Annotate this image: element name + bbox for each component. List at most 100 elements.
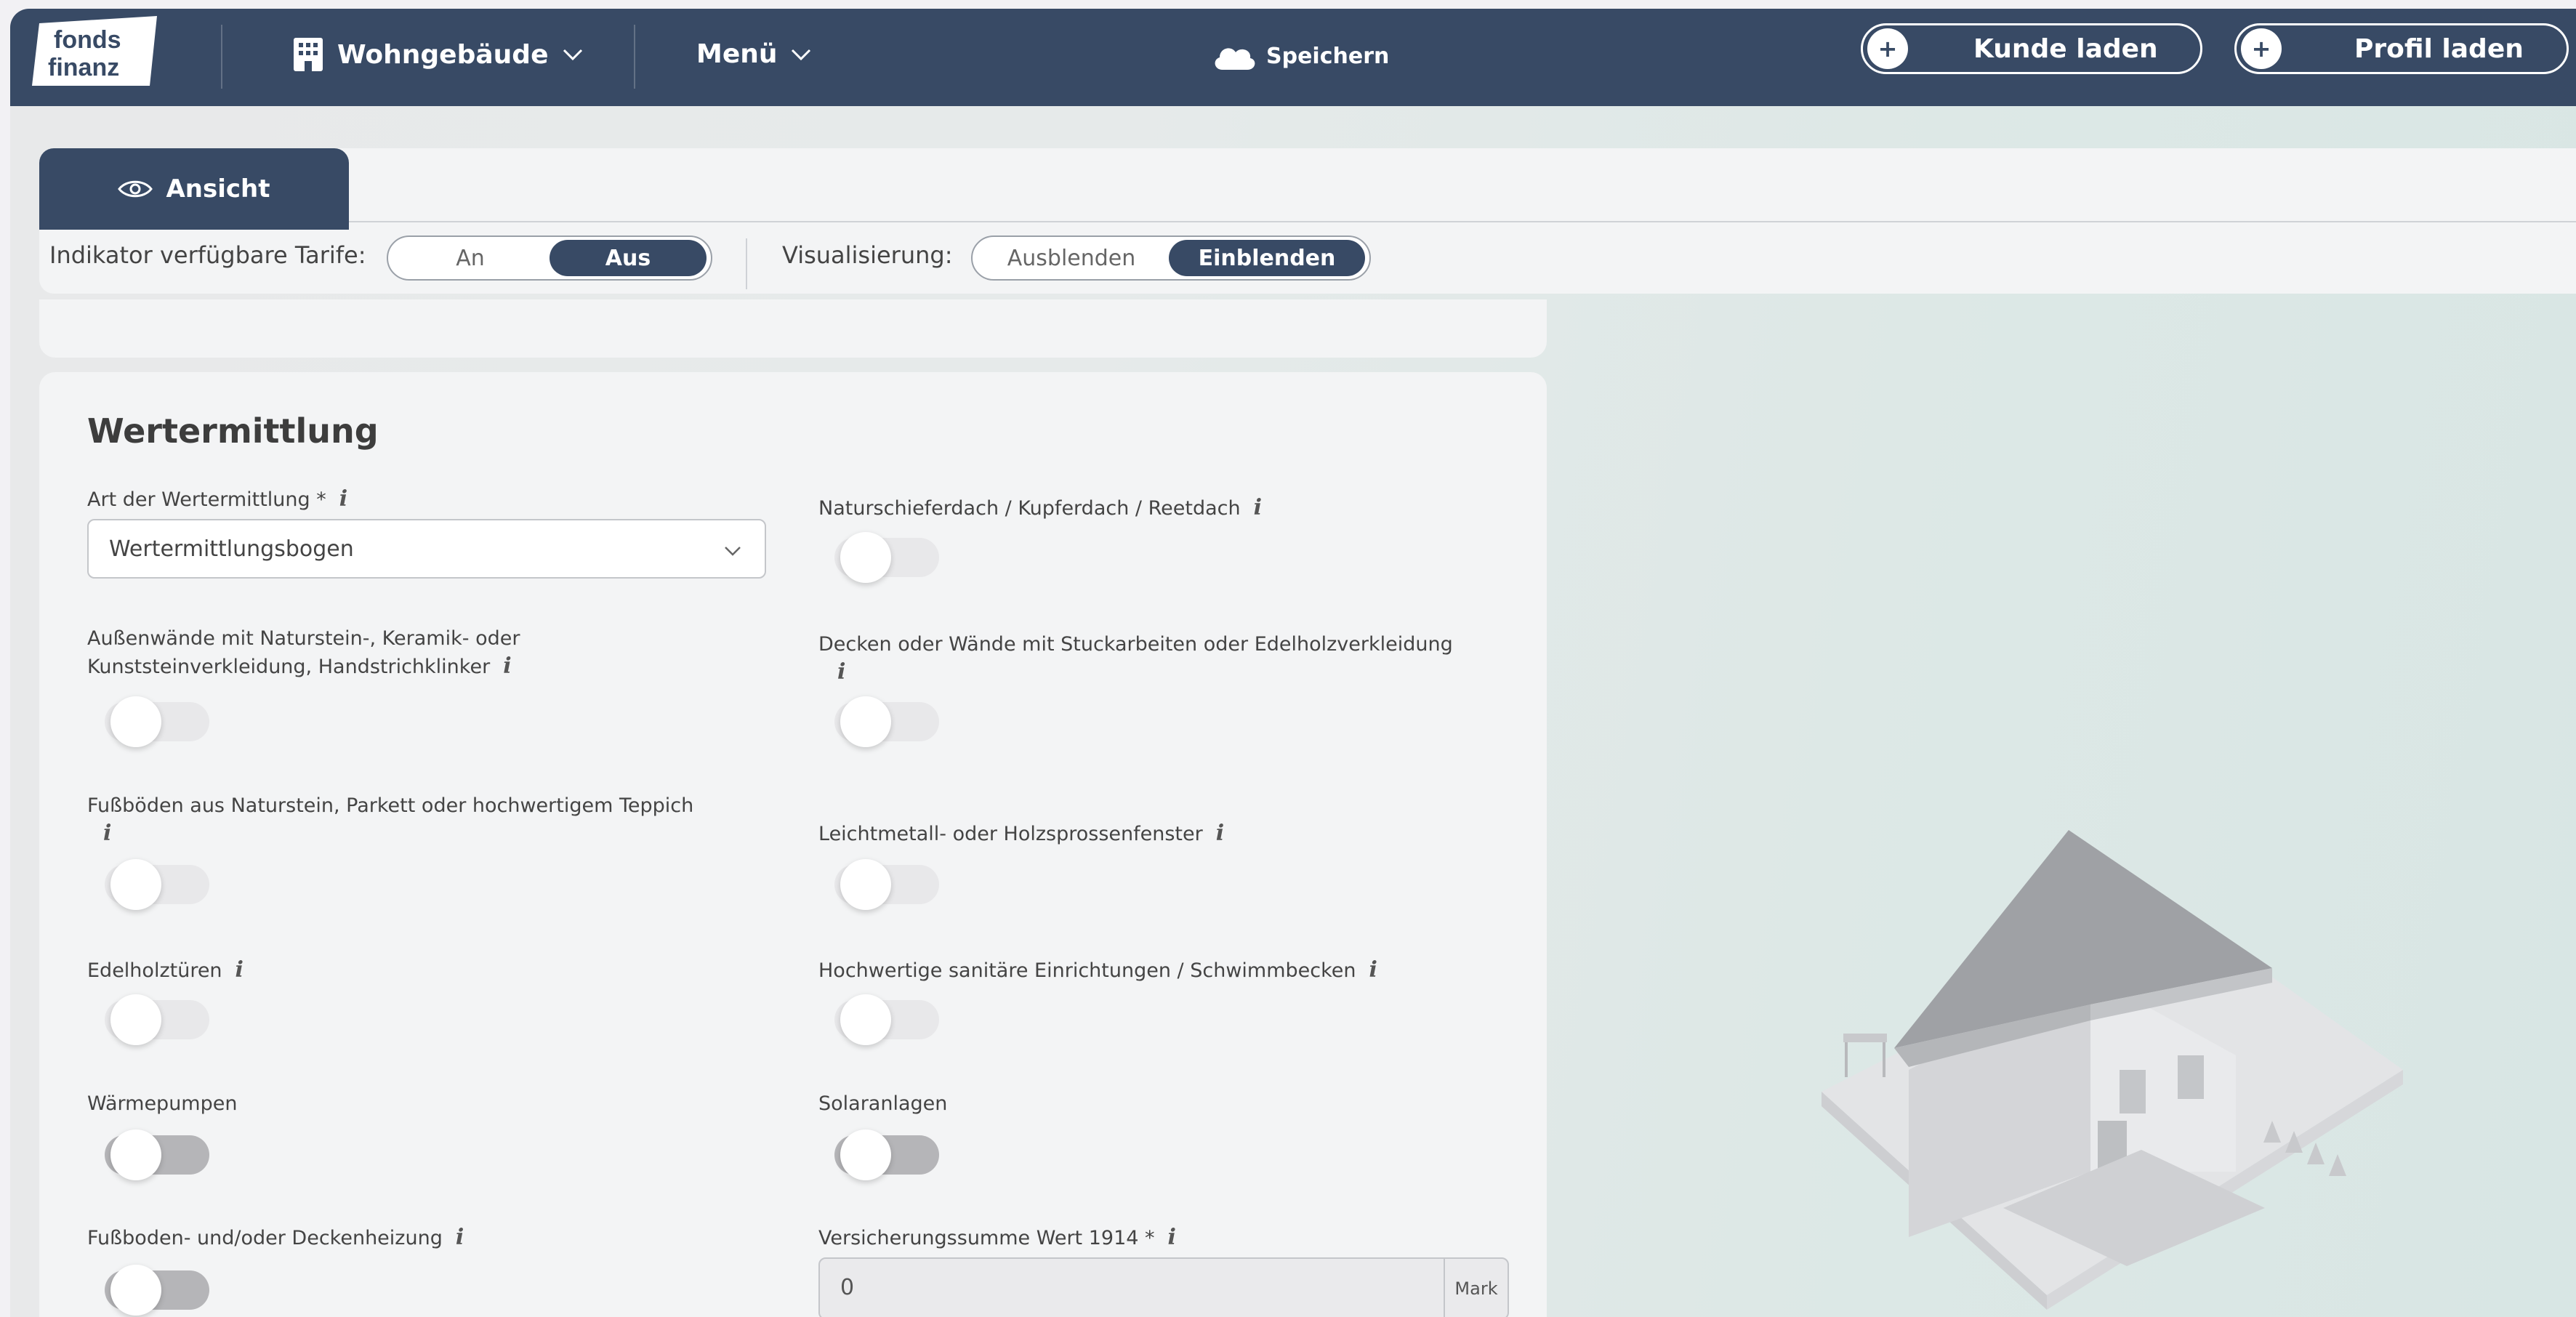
previous-section-card: [39, 299, 1547, 358]
field-label: Wärmepumpen: [87, 1090, 237, 1118]
valuation-type-value: Wertermittlungsbogen: [109, 536, 354, 562]
toggle-floors[interactable]: [105, 859, 209, 910]
menu-dropdown[interactable]: Menü: [696, 39, 814, 69]
info-icon[interactable]: i: [1168, 1225, 1176, 1250]
load-customer-label: Kunde laden: [1973, 33, 2158, 64]
toggle-knob: [110, 1129, 161, 1180]
indicator-toggle-group: An Aus: [387, 235, 712, 281]
field-label: Fußboden- und/oder Deckenheizung i: [87, 1224, 464, 1252]
info-icon[interactable]: i: [339, 486, 347, 512]
toggle-hardwood-doors[interactable]: [105, 994, 209, 1045]
insurance-sum-value: 0: [840, 1275, 855, 1300]
field-label-text: Fußboden- und/oder Deckenheizung: [87, 1227, 443, 1249]
insurance-sum-input[interactable]: 0 Mark: [818, 1257, 1509, 1317]
field-label: Naturschieferdach / Kupferdach / Reetdac…: [818, 494, 1262, 523]
toggle-knob: [840, 532, 891, 583]
app-window: fonds finanz Wohngebäude Menü Speichern …: [10, 9, 2576, 1317]
screen: fonds finanz Wohngebäude Menü Speichern …: [0, 0, 2576, 1317]
visualisation-label: Visualisierung:: [782, 241, 953, 269]
toggle-exterior-walls[interactable]: [105, 696, 209, 747]
cloud-icon: [1215, 48, 1255, 70]
visualisation-hide-option[interactable]: Ausblenden: [977, 240, 1166, 276]
valuation-type-label-text: Art der Wertermittlung *: [87, 488, 326, 511]
plus-icon: +: [1867, 28, 1908, 69]
toggle-knob: [110, 1265, 161, 1316]
info-icon[interactable]: i: [503, 653, 511, 679]
toggle-knob: [840, 994, 891, 1045]
toggle-solar[interactable]: [834, 1129, 939, 1180]
toggle-knob: [110, 696, 161, 747]
fondsfinanz-logo[interactable]: fonds finanz: [29, 13, 164, 89]
field-label-line: Außenwände mit Naturstein-, Keramik- ode…: [87, 627, 520, 650]
field-label-text: Versicherungssumme Wert 1914 *: [818, 1227, 1155, 1249]
field-label-text: Leichtmetall- oder Holzsprossenfenster: [818, 823, 1203, 845]
load-customer-button[interactable]: + Kunde laden: [1861, 23, 2202, 74]
divider: [221, 25, 222, 89]
product-dropdown[interactable]: Wohngebäude: [292, 36, 586, 73]
valuation-type-select[interactable]: Wertermittlungsbogen: [87, 519, 766, 579]
toggle-knob: [110, 994, 161, 1045]
toggle-windows[interactable]: [834, 859, 939, 910]
save-button[interactable]: Speichern: [1211, 41, 1389, 71]
indicator-off-option[interactable]: Aus: [550, 240, 707, 276]
toggle-knob: [110, 859, 161, 910]
toggle-roof[interactable]: [834, 532, 939, 583]
logo-text-bottom: finanz: [48, 54, 119, 81]
field-label-text: Solaranlagen: [818, 1092, 948, 1115]
product-label: Wohngebäude: [337, 39, 549, 70]
field-label-line: Fußböden aus Naturstein, Parkett oder ho…: [87, 794, 694, 817]
info-icon[interactable]: i: [456, 1225, 464, 1250]
currency-unit: Mark: [1444, 1259, 1508, 1317]
toggle-knob: [840, 1129, 891, 1180]
toggle-knob: [840, 859, 891, 910]
section-title: Wertermittlung: [87, 411, 379, 451]
indicator-label: Indikator verfügbare Tarife:: [49, 241, 366, 269]
field-label-text: Wärmepumpen: [87, 1092, 238, 1115]
field-label-text: Hochwertige sanitäre Einrichtungen / Sch…: [818, 959, 1356, 982]
info-icon[interactable]: i: [1216, 821, 1224, 846]
field-label: Versicherungssumme Wert 1914 * i: [818, 1224, 1176, 1252]
visualisation-show-option[interactable]: Einblenden: [1169, 240, 1365, 276]
visualisation-toggle-group: Ausblenden Einblenden: [971, 235, 1371, 281]
field-label-text: Naturschieferdach / Kupferdach / Reetdac…: [818, 497, 1241, 520]
menu-label: Menü: [696, 39, 778, 69]
indicator-on-option[interactable]: An: [393, 240, 548, 276]
logo-text-top: fonds: [54, 26, 121, 54]
load-profile-button[interactable]: + Profil laden: [2234, 23, 2569, 74]
info-icon[interactable]: i: [103, 821, 111, 846]
house-illustration: [1822, 830, 2403, 1310]
info-icon[interactable]: i: [1369, 957, 1377, 983]
divider: [634, 25, 635, 89]
building-icon: [294, 38, 323, 71]
field-label: Fußböden aus Naturstein, Parkett oder ho…: [87, 792, 693, 848]
toggle-ceilings-walls[interactable]: [834, 696, 939, 747]
field-label-text: Edelholztüren: [87, 959, 222, 982]
toggle-heat-pumps[interactable]: [105, 1129, 209, 1180]
valuation-type-label: Art der Wertermittlung * i: [87, 486, 347, 514]
tab-label: Ansicht: [166, 174, 270, 204]
chevron-down-icon: [563, 49, 583, 61]
toggle-sanitary[interactable]: [834, 994, 939, 1045]
tab-underline: [349, 221, 2576, 222]
top-navigation-bar: fonds finanz Wohngebäude Menü Speichern …: [10, 9, 2576, 106]
field-label: Decken oder Wände mit Stuckarbeiten oder…: [818, 631, 1453, 687]
chevron-down-icon: [791, 49, 810, 60]
load-profile-label: Profil laden: [2354, 33, 2524, 64]
field-label: Leichtmetall- oder Holzsprossenfenster i: [818, 820, 1224, 848]
field-label-line: Decken oder Wände mit Stuckarbeiten oder…: [818, 633, 1453, 656]
info-icon[interactable]: i: [1254, 495, 1262, 520]
toggle-knob: [840, 696, 891, 747]
eye-icon: [118, 180, 153, 198]
save-label: Speichern: [1266, 43, 1390, 69]
divider: [746, 238, 747, 289]
plus-icon: +: [2241, 28, 2282, 69]
tab-ansicht[interactable]: Ansicht: [39, 148, 349, 230]
field-label: Solaranlagen: [818, 1090, 947, 1118]
info-icon[interactable]: i: [236, 957, 243, 983]
info-icon[interactable]: i: [837, 659, 845, 685]
toggle-floor-heating[interactable]: [105, 1265, 209, 1316]
field-label: Hochwertige sanitäre Einrichtungen / Sch…: [818, 956, 1377, 985]
chevron-down-icon: [725, 547, 741, 556]
field-label-line: Kunststeinverkleidung, Handstrichklinker: [87, 656, 491, 678]
field-label: Außenwände mit Naturstein-, Keramik- ode…: [87, 625, 520, 681]
